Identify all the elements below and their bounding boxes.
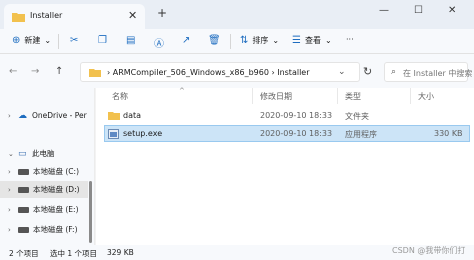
chevron-down-icon[interactable]: ⌄ bbox=[8, 150, 18, 158]
watermark: CSDN @我带你们打 bbox=[392, 246, 466, 255]
copy-button[interactable]: ❐ bbox=[98, 35, 107, 46]
file-size: 330 KB bbox=[434, 129, 463, 138]
more-options-button[interactable]: ··· bbox=[346, 35, 354, 44]
sidebar-item-drive-c[interactable]: › 本地磁盘 (C:) bbox=[0, 163, 88, 180]
file-modified: 2020-09-10 18:33 bbox=[260, 111, 333, 120]
chevron-right-icon[interactable]: › bbox=[8, 168, 18, 176]
list-item-setup-exe[interactable]: setup.exe 2020-09-10 18:33 应用程序 330 KB bbox=[104, 125, 470, 142]
sort-icon: ⇅ bbox=[240, 35, 249, 46]
sort-label: 排序 bbox=[252, 36, 269, 45]
chevron-down-icon[interactable]: ⌄ bbox=[338, 67, 346, 77]
close-tab-icon[interactable]: ✕ bbox=[128, 9, 137, 22]
minimize-button[interactable]: — bbox=[379, 5, 389, 16]
sidebar-item-drive-e[interactable]: › 本地磁盘 (E:) bbox=[0, 201, 88, 218]
folder-icon bbox=[89, 69, 101, 77]
sidebar-item-label: 本地磁盘 (D:) bbox=[33, 185, 80, 194]
refresh-button[interactable]: ↻ bbox=[363, 65, 372, 78]
trash-icon: 🗑 bbox=[208, 35, 221, 46]
address-row: ← → ↑ › ARMCompiler_506_Windows_x86_b960… bbox=[0, 54, 474, 88]
chevron-down-icon: ⌄ bbox=[324, 36, 332, 45]
list-item-data[interactable]: data 2020-09-10 18:33 文件夹 bbox=[104, 107, 470, 124]
selection-size: 329 KB bbox=[107, 248, 134, 257]
computer-icon: ▭ bbox=[18, 148, 27, 159]
column-divider[interactable] bbox=[410, 88, 411, 104]
rename-button[interactable]: Ⓐ bbox=[154, 35, 164, 50]
drive-icon bbox=[18, 186, 29, 193]
copy-icon: ❐ bbox=[98, 35, 107, 46]
toolbar-divider bbox=[230, 34, 231, 49]
toolbar-divider bbox=[58, 34, 59, 49]
tab-title: Installer bbox=[30, 11, 63, 20]
new-button[interactable]: ⊕ 新建 ⌄ bbox=[12, 35, 51, 46]
chevron-right-icon[interactable]: › bbox=[8, 186, 18, 194]
file-list: 名称 ^ 修改日期 类型 大小 data 2020-09-10 18:33 文件… bbox=[96, 87, 474, 245]
view-button[interactable]: ☰ 查看 ⌄ bbox=[292, 35, 332, 46]
sidebar-scrollbar[interactable] bbox=[89, 181, 92, 243]
chevron-right-icon[interactable]: › bbox=[8, 206, 18, 214]
view-label: 查看 bbox=[304, 36, 321, 45]
drive-icon bbox=[18, 168, 29, 175]
breadcrumb[interactable]: › ARMCompiler_506_Windows_x86_b960 › Ins… bbox=[107, 68, 310, 77]
file-type: 文件夹 bbox=[345, 112, 369, 121]
scissors-icon: ✂ bbox=[70, 35, 79, 46]
new-tab-button[interactable]: + bbox=[157, 6, 167, 20]
share-icon: ↗ bbox=[182, 35, 191, 46]
back-button[interactable]: ← bbox=[9, 66, 17, 77]
search-input[interactable]: ⌕ 在 Installer 中搜索 bbox=[384, 62, 472, 82]
title-bar: Installer ✕ + — ☐ ✕ bbox=[0, 0, 474, 29]
delete-button[interactable]: 🗑 bbox=[208, 35, 221, 46]
sidebar-item-label: 此电脑 bbox=[32, 149, 55, 158]
share-button[interactable]: ↗ bbox=[182, 35, 190, 46]
up-button[interactable]: ↑ bbox=[55, 66, 63, 77]
sidebar-item-label: 本地磁盘 (F:) bbox=[33, 225, 78, 234]
selection-count: 选中 1 个项目 bbox=[50, 249, 98, 258]
address-bar[interactable]: › ARMCompiler_506_Windows_x86_b960 › Ins… bbox=[80, 62, 360, 82]
column-header-type[interactable]: 类型 bbox=[345, 91, 361, 102]
sidebar-item-drive-d[interactable]: › 本地磁盘 (D:) bbox=[0, 181, 88, 198]
cut-button[interactable]: ✂ bbox=[70, 35, 78, 46]
sidebar-item-onedrive[interactable]: › ☁ OneDrive - Per bbox=[0, 107, 88, 124]
sidebar-item-label: 本地磁盘 (C:) bbox=[33, 167, 79, 176]
forward-button[interactable]: → bbox=[31, 66, 39, 77]
view-icon: ☰ bbox=[292, 35, 301, 46]
drive-icon bbox=[18, 206, 29, 213]
sort-button[interactable]: ⇅ 排序 ⌄ bbox=[240, 35, 279, 46]
close-window-button[interactable]: ✕ bbox=[448, 5, 456, 16]
paste-icon: ▤ bbox=[126, 35, 136, 46]
command-bar: ⊕ 新建 ⌄ ✂ ❐ ▤ Ⓐ ↗ 🗑 ⇅ 排序 ⌄ ☰ 查看 ⌄ ··· bbox=[0, 29, 474, 54]
file-name: setup.exe bbox=[123, 129, 163, 138]
sidebar-item-label: OneDrive - Per bbox=[32, 111, 87, 120]
application-icon bbox=[108, 129, 119, 139]
paste-button[interactable]: ▤ bbox=[126, 35, 135, 46]
sidebar-item-label: 本地磁盘 (E:) bbox=[33, 205, 79, 214]
folder-icon bbox=[12, 13, 25, 22]
drive-icon bbox=[18, 226, 29, 233]
plus-circle-icon: ⊕ bbox=[12, 35, 21, 46]
chevron-right-icon[interactable]: › bbox=[8, 112, 18, 120]
column-header-name[interactable]: 名称 bbox=[112, 91, 128, 102]
search-placeholder: 在 Installer 中搜索 bbox=[403, 69, 473, 78]
folder-icon bbox=[108, 112, 120, 120]
chevron-right-icon[interactable]: › bbox=[8, 226, 18, 234]
sidebar-item-this-pc[interactable]: ⌄ ▭ 此电脑 bbox=[0, 145, 88, 162]
chevron-down-icon: ⌄ bbox=[272, 36, 280, 45]
chevron-down-icon: ⌄ bbox=[44, 36, 52, 45]
column-divider[interactable] bbox=[252, 88, 253, 104]
tab-installer[interactable]: Installer ✕ bbox=[4, 4, 145, 29]
item-count: 2 个项目 bbox=[9, 249, 39, 258]
file-type: 应用程序 bbox=[345, 130, 377, 139]
sidebar-item-drive-f[interactable]: › 本地磁盘 (F:) bbox=[0, 221, 88, 238]
column-header-modified[interactable]: 修改日期 bbox=[260, 91, 292, 102]
file-name: data bbox=[123, 111, 142, 120]
navigation-pane: › ☁ OneDrive - Per ⌄ ▭ 此电脑 › 本地磁盘 (C:) ›… bbox=[0, 88, 95, 245]
search-icon: ⌕ bbox=[391, 67, 397, 77]
cloud-icon: ☁ bbox=[18, 110, 27, 121]
new-label: 新建 bbox=[24, 36, 41, 45]
column-header-size[interactable]: 大小 bbox=[418, 91, 434, 102]
file-modified: 2020-09-10 18:33 bbox=[260, 129, 333, 138]
rename-icon: Ⓐ bbox=[154, 39, 164, 50]
sort-caret-icon: ^ bbox=[179, 87, 185, 95]
maximize-button[interactable]: ☐ bbox=[414, 5, 423, 16]
column-divider[interactable] bbox=[337, 88, 338, 104]
